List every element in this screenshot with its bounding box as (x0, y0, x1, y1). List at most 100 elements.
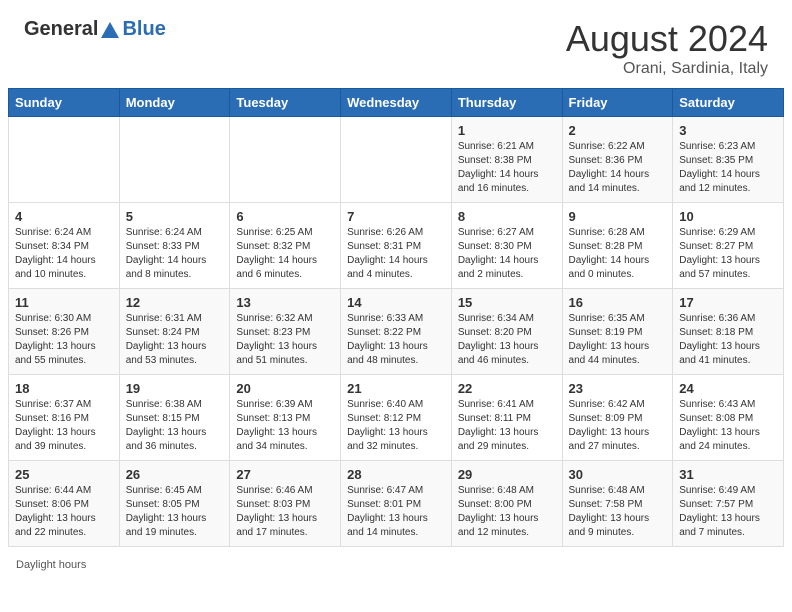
calendar-cell: 5 Sunrise: 6:24 AM Sunset: 8:33 PM Daylig… (119, 203, 230, 289)
day-number: 30 (569, 467, 667, 482)
day-info: Sunrise: 6:36 AM Sunset: 8:18 PM Dayligh… (679, 312, 777, 368)
day-of-week-header: Wednesday (341, 89, 452, 117)
day-info: Sunrise: 6:22 AM Sunset: 8:36 PM Dayligh… (569, 140, 667, 196)
day-of-week-header: Friday (562, 89, 673, 117)
calendar-cell: 21 Sunrise: 6:40 AM Sunset: 8:12 PM Dayli… (341, 375, 452, 461)
calendar-cell: 15 Sunrise: 6:34 AM Sunset: 8:20 PM Dayli… (451, 289, 562, 375)
calendar-week-row: 25 Sunrise: 6:44 AM Sunset: 8:06 PM Dayli… (9, 461, 784, 547)
day-number: 8 (458, 209, 556, 224)
calendar-cell: 7 Sunrise: 6:26 AM Sunset: 8:31 PM Daylig… (341, 203, 452, 289)
day-number: 22 (458, 381, 556, 396)
day-info: Sunrise: 6:43 AM Sunset: 8:08 PM Dayligh… (679, 398, 777, 454)
calendar-table: SundayMondayTuesdayWednesdayThursdayFrid… (8, 88, 784, 547)
day-of-week-header: Saturday (673, 89, 784, 117)
day-info: Sunrise: 6:40 AM Sunset: 8:12 PM Dayligh… (347, 398, 445, 454)
calendar-cell: 17Sunrise: 6:36 AM Sunset: 8:18 PM Dayli… (673, 289, 784, 375)
day-number: 15 (458, 295, 556, 310)
title-block: August 2024 Orani, Sardinia, Italy (566, 18, 768, 78)
calendar-cell (341, 117, 452, 203)
day-info: Sunrise: 6:32 AM Sunset: 8:23 PM Dayligh… (236, 312, 334, 368)
logo-general-text: General (24, 18, 98, 41)
day-info: Sunrise: 6:39 AM Sunset: 8:13 PM Dayligh… (236, 398, 334, 454)
day-info: Sunrise: 6:41 AM Sunset: 8:11 PM Dayligh… (458, 398, 556, 454)
day-info: Sunrise: 6:49 AM Sunset: 7:57 PM Dayligh… (679, 484, 777, 540)
day-info: Sunrise: 6:24 AM Sunset: 8:33 PM Dayligh… (126, 226, 224, 282)
day-of-week-header: Monday (119, 89, 230, 117)
day-info: Sunrise: 6:44 AM Sunset: 8:06 PM Dayligh… (15, 484, 113, 540)
day-number: 1 (458, 123, 556, 138)
day-number: 9 (569, 209, 667, 224)
day-info: Sunrise: 6:25 AM Sunset: 8:32 PM Dayligh… (236, 226, 334, 282)
day-of-week-header: Tuesday (230, 89, 341, 117)
daylight-label: Daylight hours (16, 559, 86, 571)
day-info: Sunrise: 6:23 AM Sunset: 8:35 PM Dayligh… (679, 140, 777, 196)
calendar-cell: 1Sunrise: 6:21 AM Sunset: 8:38 PM Daylig… (451, 117, 562, 203)
calendar-cell: 30 Sunrise: 6:48 AM Sunset: 7:58 PM Dayli… (562, 461, 673, 547)
day-info: Sunrise: 6:38 AM Sunset: 8:15 PM Dayligh… (126, 398, 224, 454)
day-info: Sunrise: 6:26 AM Sunset: 8:31 PM Dayligh… (347, 226, 445, 282)
calendar-cell: 8 Sunrise: 6:27 AM Sunset: 8:30 PM Daylig… (451, 203, 562, 289)
day-info: Sunrise: 6:46 AM Sunset: 8:03 PM Dayligh… (236, 484, 334, 540)
day-info: Sunrise: 6:31 AM Sunset: 8:24 PM Dayligh… (126, 312, 224, 368)
calendar-cell: 31 Sunrise: 6:49 AM Sunset: 7:57 PM Dayli… (673, 461, 784, 547)
day-number: 11 (15, 295, 113, 310)
calendar-cell: 28 Sunrise: 6:47 AM Sunset: 8:01 PM Dayli… (341, 461, 452, 547)
calendar-cell (9, 117, 120, 203)
day-info: Sunrise: 6:35 AM Sunset: 8:19 PM Dayligh… (569, 312, 667, 368)
day-info: Sunrise: 6:27 AM Sunset: 8:30 PM Dayligh… (458, 226, 556, 282)
calendar-week-row: 4Sunrise: 6:24 AM Sunset: 8:34 PM Daylig… (9, 203, 784, 289)
logo: General Blue (24, 18, 166, 41)
day-number: 16 (569, 295, 667, 310)
calendar-cell: 26Sunrise: 6:45 AM Sunset: 8:05 PM Dayli… (119, 461, 230, 547)
day-info: Sunrise: 6:47 AM Sunset: 8:01 PM Dayligh… (347, 484, 445, 540)
logo-icon (99, 20, 121, 42)
day-number: 25 (15, 467, 113, 482)
day-number: 24 (679, 381, 777, 396)
day-number: 29 (458, 467, 556, 482)
calendar-cell: 23Sunrise: 6:42 AM Sunset: 8:09 PM Dayli… (562, 375, 673, 461)
calendar-cell: 25 Sunrise: 6:44 AM Sunset: 8:06 PM Dayli… (9, 461, 120, 547)
day-number: 23 (569, 381, 667, 396)
logo-blue-text: Blue (122, 18, 165, 41)
day-number: 14 (347, 295, 445, 310)
calendar-week-row: 1Sunrise: 6:21 AM Sunset: 8:38 PM Daylig… (9, 117, 784, 203)
day-info: Sunrise: 6:29 AM Sunset: 8:27 PM Dayligh… (679, 226, 777, 282)
calendar-cell: 10Sunrise: 6:29 AM Sunset: 8:27 PM Dayli… (673, 203, 784, 289)
day-number: 3 (679, 123, 777, 138)
day-number: 20 (236, 381, 334, 396)
day-number: 26 (126, 467, 224, 482)
calendar-cell: 13 Sunrise: 6:32 AM Sunset: 8:23 PM Dayli… (230, 289, 341, 375)
day-info: Sunrise: 6:48 AM Sunset: 7:58 PM Dayligh… (569, 484, 667, 540)
day-info: Sunrise: 6:33 AM Sunset: 8:22 PM Dayligh… (347, 312, 445, 368)
day-number: 7 (347, 209, 445, 224)
day-number: 21 (347, 381, 445, 396)
day-info: Sunrise: 6:48 AM Sunset: 8:00 PM Dayligh… (458, 484, 556, 540)
day-of-week-header: Sunday (9, 89, 120, 117)
calendar-cell: 9Sunrise: 6:28 AM Sunset: 8:28 PM Daylig… (562, 203, 673, 289)
calendar-cell: 19 Sunrise: 6:38 AM Sunset: 8:15 PM Dayli… (119, 375, 230, 461)
day-number: 28 (347, 467, 445, 482)
calendar-cell: 27 Sunrise: 6:46 AM Sunset: 8:03 PM Dayli… (230, 461, 341, 547)
calendar-body: 1Sunrise: 6:21 AM Sunset: 8:38 PM Daylig… (9, 117, 784, 547)
calendar-cell (230, 117, 341, 203)
day-info: Sunrise: 6:30 AM Sunset: 8:26 PM Dayligh… (15, 312, 113, 368)
footer-note: Daylight hours (8, 555, 792, 575)
calendar-cell (119, 117, 230, 203)
calendar-cell: 20 Sunrise: 6:39 AM Sunset: 8:13 PM Dayli… (230, 375, 341, 461)
calendar-cell: 22 Sunrise: 6:41 AM Sunset: 8:11 PM Dayli… (451, 375, 562, 461)
day-number: 13 (236, 295, 334, 310)
calendar-cell: 16 Sunrise: 6:35 AM Sunset: 8:19 PM Dayli… (562, 289, 673, 375)
calendar-cell: 12Sunrise: 6:31 AM Sunset: 8:24 PM Dayli… (119, 289, 230, 375)
day-number: 2 (569, 123, 667, 138)
day-number: 18 (15, 381, 113, 396)
day-number: 5 (126, 209, 224, 224)
day-number: 31 (679, 467, 777, 482)
calendar-cell: 11 Sunrise: 6:30 AM Sunset: 8:26 PM Dayli… (9, 289, 120, 375)
calendar-cell: 24 Sunrise: 6:43 AM Sunset: 8:08 PM Dayli… (673, 375, 784, 461)
day-info: Sunrise: 6:34 AM Sunset: 8:20 PM Dayligh… (458, 312, 556, 368)
month-year-title: August 2024 (566, 18, 768, 60)
day-number: 27 (236, 467, 334, 482)
calendar-cell: 29 Sunrise: 6:48 AM Sunset: 8:00 PM Dayli… (451, 461, 562, 547)
day-number: 19 (126, 381, 224, 396)
calendar-cell: 4Sunrise: 6:24 AM Sunset: 8:34 PM Daylig… (9, 203, 120, 289)
